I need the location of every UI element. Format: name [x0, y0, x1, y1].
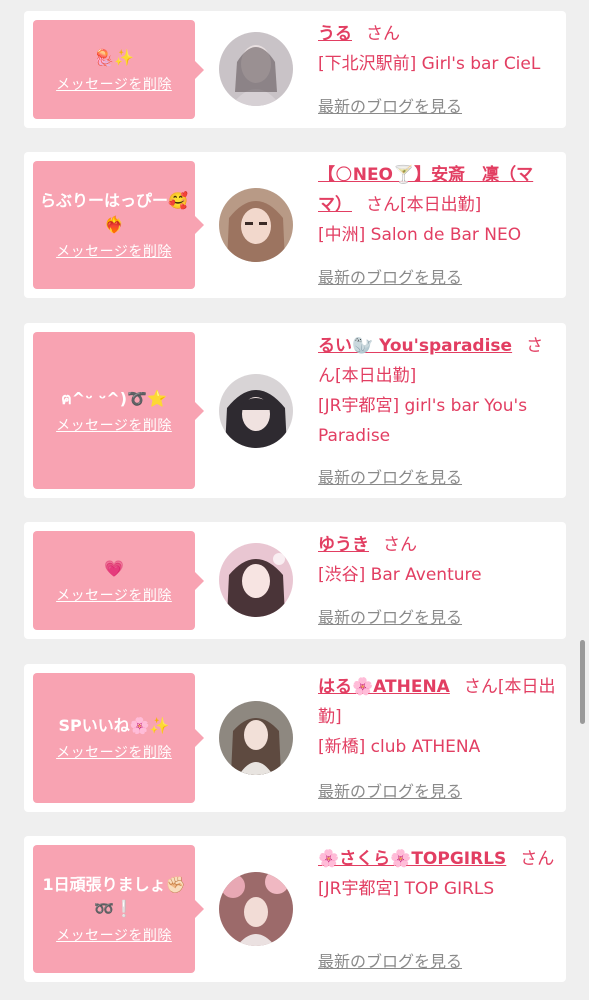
- favorite-card: 💗 メッセージを削除 ゆうき さん [渋谷] Bar Aventure 最新のブロ…: [24, 522, 566, 639]
- shop-name: [渋谷] Bar Aventure: [318, 565, 482, 585]
- avatar[interactable]: [219, 543, 293, 617]
- work-status: [本日出勤]: [335, 366, 417, 386]
- message-bubble: 1日頑張りましょ✊🏻➿❕ メッセージを削除: [33, 845, 204, 973]
- message-text: 🪼✨: [94, 47, 134, 67]
- message-text: SPいいね🌸✨: [58, 716, 170, 735]
- avatar[interactable]: [219, 32, 293, 106]
- profile-info: ゆうき さん [渋谷] Bar Aventure: [318, 530, 558, 590]
- honorific: さん: [383, 535, 417, 555]
- shop-name: [下北沢駅前] Girl's bar CieL: [318, 54, 541, 74]
- message-bubble: SPいいね🌸✨ メッセージを削除: [33, 673, 204, 803]
- delete-message-link[interactable]: メッセージを削除: [56, 74, 172, 94]
- shop-name: [JR宇都宮] TOP GIRLS: [318, 879, 495, 899]
- message-text: 💗: [104, 558, 124, 578]
- latest-blog-link[interactable]: 最新のブログを見る: [318, 264, 462, 288]
- latest-blog-link[interactable]: 最新のブログを見る: [318, 604, 462, 628]
- delete-message-link[interactable]: メッセージを削除: [56, 415, 172, 435]
- message-text: ฅ^ᵕ ᵕ^)➰⭐: [61, 388, 167, 408]
- avatar[interactable]: [219, 701, 293, 775]
- message-bubble: らぶりーはっぴー🥰❤️‍🔥 メッセージを削除: [33, 161, 204, 289]
- favorite-card: SPいいね🌸✨ メッセージを削除 はる🌸ATHENA さん[本日出勤] [新橋] …: [24, 664, 566, 812]
- honorific: さん: [366, 195, 400, 215]
- delete-message-link[interactable]: メッセージを削除: [56, 585, 172, 605]
- latest-blog-link[interactable]: 最新のブログを見る: [318, 948, 462, 972]
- honorific: さん: [520, 849, 555, 869]
- honorific: さん: [366, 24, 400, 44]
- avatar[interactable]: [219, 374, 293, 448]
- favorite-card: ฅ^ᵕ ᵕ^)➰⭐ メッセージを削除 るい🦭 You'sparadise さん[本…: [24, 323, 566, 498]
- delete-message-link[interactable]: メッセージを削除: [56, 241, 172, 261]
- avatar[interactable]: [219, 872, 293, 946]
- cast-name-link[interactable]: るい🦭 You'sparadise: [318, 336, 512, 356]
- delete-message-link[interactable]: メッセージを削除: [56, 925, 172, 945]
- scrollbar[interactable]: [580, 640, 585, 724]
- message-text: らぶりーはっぴー🥰❤️‍🔥: [40, 191, 188, 234]
- message-bubble: ฅ^ᵕ ᵕ^)➰⭐ メッセージを削除: [33, 332, 204, 489]
- message-bubble: 🪼✨ メッセージを削除: [33, 20, 204, 119]
- latest-blog-link[interactable]: 最新のブログを見る: [318, 93, 462, 117]
- favorite-card: 1日頑張りましょ✊🏻➿❕ メッセージを削除 🌸さくら🌸TOPGIRLS さん [J…: [24, 836, 566, 982]
- cast-name-link[interactable]: うる: [318, 24, 352, 44]
- latest-blog-link[interactable]: 最新のブログを見る: [318, 778, 462, 802]
- avatar[interactable]: [219, 188, 293, 262]
- shop-name: [中洲] Salon de Bar NEO: [318, 225, 522, 245]
- profile-info: るい🦭 You'sparadise さん[本日出勤] [JR宇都宮] girl's…: [318, 331, 558, 451]
- cast-name-link[interactable]: はる🌸ATHENA: [318, 677, 450, 697]
- shop-name: [新橋] club ATHENA: [318, 737, 481, 757]
- profile-info: うる さん [下北沢駅前] Girl's bar CieL: [318, 19, 558, 79]
- profile-info: はる🌸ATHENA さん[本日出勤] [新橋] club ATHENA: [318, 672, 558, 762]
- cast-name-link[interactable]: ゆうき: [318, 535, 369, 555]
- work-status: [本日出勤]: [400, 195, 482, 215]
- favorite-card: らぶりーはっぴー🥰❤️‍🔥 メッセージを削除 【🌕NEO🍸】安斎 凜（ママ） さん…: [24, 152, 566, 298]
- latest-blog-link[interactable]: 最新のブログを見る: [318, 464, 462, 488]
- favorite-card: 🪼✨ メッセージを削除 うる さん [下北沢駅前] Girl's bar CieL…: [24, 11, 566, 128]
- profile-info: 🌸さくら🌸TOPGIRLS さん [JR宇都宮] TOP GIRLS: [318, 844, 558, 904]
- shop-name: [JR宇都宮] girl's bar You's Paradise: [318, 396, 528, 446]
- message-bubble: 💗 メッセージを削除: [33, 531, 204, 630]
- profile-info: 【🌕NEO🍸】安斎 凜（ママ） さん[本日出勤] [中洲] Salon de Ba…: [318, 160, 558, 250]
- cast-name-link[interactable]: 🌸さくら🌸TOPGIRLS: [318, 849, 506, 869]
- honorific: さん: [463, 677, 498, 697]
- delete-message-link[interactable]: メッセージを削除: [56, 742, 172, 762]
- message-text: 1日頑張りましょ✊🏻➿❕: [42, 875, 186, 918]
